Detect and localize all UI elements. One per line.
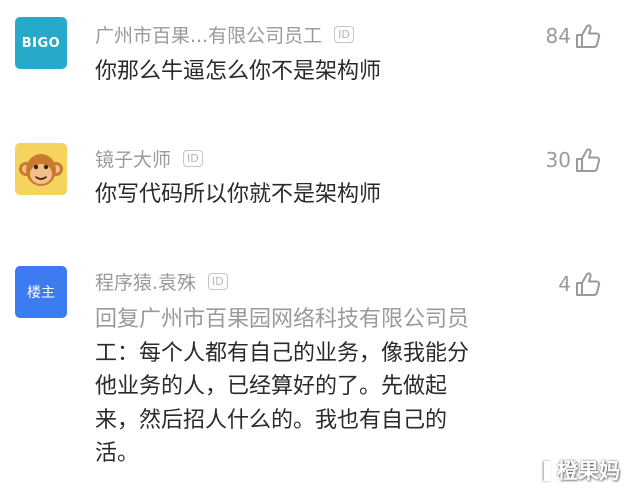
comment-header: 广州市百果...有限公司员工 ID <box>95 20 354 48</box>
like-count: 30 <box>545 148 571 172</box>
comment-line: 你写代码所以你就不是架构师 <box>95 182 382 207</box>
thumbs-up-icon[interactable] <box>574 270 602 298</box>
comment-item: 镜子大师 ID 30 你写代码所以你就不是架构师 <box>0 120 628 250</box>
op-badge-label: 楼主 <box>27 285 55 301</box>
comment-line: 你那么牛逼怎么你不是架构师 <box>95 59 382 84</box>
monkey-face-icon <box>19 154 63 186</box>
comment-username[interactable]: 程序猿.袁殊 <box>95 268 196 295</box>
bigo-logo-avatar[interactable]: BIGO <box>15 17 67 69</box>
id-badge: ID <box>208 272 228 290</box>
like-button[interactable]: 30 <box>546 146 602 174</box>
comment-header: 镜子大师 ID <box>95 144 203 172</box>
thumbs-up-icon[interactable] <box>574 146 602 174</box>
op-avatar[interactable]: 楼主 <box>15 266 67 318</box>
comment-username[interactable]: 镜子大师 <box>95 145 171 172</box>
watermark-bar-icon <box>544 461 551 481</box>
comment-line: 活。 <box>95 441 140 466</box>
watermark-text: 橙果妈 <box>557 459 620 483</box>
comment-text: 回复广州市百果园网络科技有限公司员 工：每个人都有自己的业务，像我能分 他业务的… <box>95 303 469 471</box>
comment-list: BIGO 广州市百果...有限公司员工 ID 84 你那么牛逼怎么你不是架构师 <box>0 0 628 497</box>
like-count: 4 <box>558 272 571 296</box>
comment-header: 程序猿.袁殊 ID <box>95 267 228 295</box>
monkey-avatar[interactable] <box>15 143 67 195</box>
like-button[interactable]: 84 <box>546 22 602 50</box>
comment-text: 你那么牛逼怎么你不是架构师 <box>95 55 381 89</box>
id-badge: ID <box>183 149 203 167</box>
comment-line: 工：每个人都有自己的业务，像我能分 <box>95 340 470 366</box>
comment-line: 来，然后招人什么的。我也有自己的 <box>95 407 448 433</box>
id-badge: ID <box>334 25 354 43</box>
avatar-label: BIGO <box>21 35 61 51</box>
thumbs-up-icon[interactable] <box>574 22 602 50</box>
comment-item: BIGO 广州市百果...有限公司员工 ID 84 你那么牛逼怎么你不是架构师 <box>0 0 628 120</box>
reply-prefix[interactable]: 回复广州市百果园网络科技有限公司员 <box>95 303 469 337</box>
watermark: 橙果妈 <box>544 455 620 485</box>
comment-item: 楼主 程序猿.袁殊 ID 4 回复广州市百果园网络科技有限公司员 工：每个人都有… <box>0 250 628 497</box>
comment-line: 他业务的人，已经算好的了。先做起 <box>95 374 448 399</box>
like-button[interactable]: 4 <box>558 270 602 298</box>
comment-username[interactable]: 广州市百果...有限公司员工 <box>95 21 322 48</box>
like-count: 84 <box>545 24 571 48</box>
comment-text: 你写代码所以你就不是架构师 <box>95 178 381 212</box>
